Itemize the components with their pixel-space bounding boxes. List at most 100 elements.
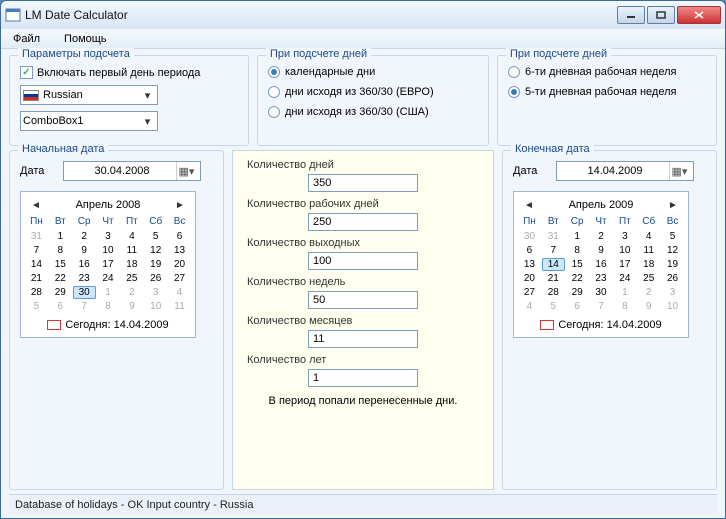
cal-day[interactable]: 7 (25, 244, 48, 257)
cal-day[interactable]: 10 (661, 300, 684, 313)
cal-day[interactable]: 8 (97, 300, 120, 313)
cal-day[interactable]: 17 (613, 258, 636, 271)
cal-day[interactable]: 2 (73, 230, 96, 243)
start-date-input[interactable]: 30.04.2008 ▦▾ (63, 161, 201, 181)
cal-day[interactable]: 24 (97, 272, 120, 285)
cal-day[interactable]: 4 (637, 230, 660, 243)
cal-day[interactable]: 11 (637, 244, 660, 257)
cal-day[interactable]: 27 (518, 286, 541, 299)
cal-day[interactable]: 11 (120, 244, 143, 257)
cal-day[interactable]: 9 (590, 244, 613, 257)
weeks-input[interactable]: 50 (308, 291, 418, 309)
cal-day[interactable]: 25 (120, 272, 143, 285)
cal-day[interactable]: 22 (49, 272, 72, 285)
cal-day[interactable]: 14 (25, 258, 48, 271)
workdays-input[interactable]: 250 (308, 213, 418, 231)
cal-day[interactable]: 5 (144, 230, 167, 243)
cal-day[interactable]: 5 (25, 300, 48, 313)
end-date-input[interactable]: 14.04.2009 ▦▾ (556, 161, 694, 181)
cal-day[interactable]: 28 (25, 286, 48, 299)
cal-day[interactable]: 21 (25, 272, 48, 285)
cal-day[interactable]: 13 (168, 244, 191, 257)
cal-day[interactable]: 13 (518, 258, 541, 271)
cal-day[interactable]: 7 (73, 300, 96, 313)
cal-day[interactable]: 2 (120, 286, 143, 299)
cal-month[interactable]: Апрель 2009 (536, 199, 666, 211)
calendar-icon[interactable]: ▦▾ (669, 162, 689, 180)
cal-day[interactable]: 4 (518, 300, 541, 313)
close-button[interactable] (677, 6, 721, 24)
cal-day[interactable]: 7 (542, 244, 565, 257)
cal-day[interactable]: 22 (566, 272, 589, 285)
cal-day[interactable]: 21 (542, 272, 565, 285)
cal-day[interactable]: 30 (518, 230, 541, 243)
cal-day[interactable]: 16 (73, 258, 96, 271)
radio-360-euro[interactable]: дни исходя из 360/30 (ЕВРО) (268, 86, 478, 98)
menu-file[interactable]: Файл (7, 31, 46, 47)
maximize-button[interactable] (647, 6, 675, 24)
calendar-icon[interactable]: ▦▾ (176, 162, 196, 180)
cal-prev-button[interactable]: ◄ (522, 198, 536, 212)
cal-day[interactable]: 19 (144, 258, 167, 271)
cal-prev-button[interactable]: ◄ (29, 198, 43, 212)
cal-day[interactable]: 8 (613, 300, 636, 313)
cal-today-link[interactable]: Сегодня: 14.04.2009 (518, 317, 684, 333)
cal-day[interactable]: 3 (97, 230, 120, 243)
radio-calendar-days[interactable]: календарные дни (268, 66, 478, 78)
cal-day[interactable]: 26 (661, 272, 684, 285)
cal-day[interactable]: 5 (542, 300, 565, 313)
titlebar[interactable]: LM Date Calculator (1, 1, 725, 29)
radio-5-day-week[interactable]: 5-ти дневная рабочая неделя (508, 86, 706, 98)
cal-day[interactable]: 3 (144, 286, 167, 299)
cal-day[interactable]: 15 (566, 258, 589, 271)
cal-day[interactable]: 4 (168, 286, 191, 299)
cal-day[interactable]: 9 (637, 300, 660, 313)
cal-day[interactable]: 6 (566, 300, 589, 313)
weekends-input[interactable]: 100 (308, 252, 418, 270)
cal-day[interactable]: 10 (144, 300, 167, 313)
cal-day[interactable]: 27 (168, 272, 191, 285)
cal-day[interactable]: 29 (566, 286, 589, 299)
cal-day[interactable]: 20 (518, 272, 541, 285)
cal-day[interactable]: 28 (542, 286, 565, 299)
cal-day[interactable]: 18 (637, 258, 660, 271)
cal-day[interactable]: 6 (168, 230, 191, 243)
cal-day[interactable]: 6 (49, 300, 72, 313)
cal-day[interactable]: 7 (590, 300, 613, 313)
cal-day[interactable]: 10 (613, 244, 636, 257)
cal-day[interactable]: 9 (120, 300, 143, 313)
cal-day[interactable]: 26 (144, 272, 167, 285)
radio-360-usa[interactable]: дни исходя из 360/30 (США) (268, 106, 478, 118)
cal-day[interactable]: 10 (97, 244, 120, 257)
years-input[interactable]: 1 (308, 369, 418, 387)
cal-day[interactable]: 30 (590, 286, 613, 299)
cal-day[interactable]: 30 (73, 286, 96, 299)
cal-day[interactable]: 23 (73, 272, 96, 285)
cal-day[interactable]: 2 (590, 230, 613, 243)
menu-help[interactable]: Помощь (58, 31, 113, 47)
cal-day[interactable]: 19 (661, 258, 684, 271)
cal-day[interactable]: 18 (120, 258, 143, 271)
cal-day[interactable]: 20 (168, 258, 191, 271)
cal-day[interactable]: 8 (566, 244, 589, 257)
cal-today-link[interactable]: Сегодня: 14.04.2009 (25, 317, 191, 333)
language-combo[interactable]: Russian ▾ (20, 85, 158, 105)
cal-month[interactable]: Апрель 2008 (43, 199, 173, 211)
cal-day[interactable]: 1 (613, 286, 636, 299)
cal-day[interactable]: 23 (590, 272, 613, 285)
cal-day[interactable]: 12 (144, 244, 167, 257)
days-input[interactable]: 350 (308, 174, 418, 192)
include-first-day-checkbox[interactable]: ✓ Включать первый день периода (20, 66, 238, 79)
cal-day[interactable]: 31 (542, 230, 565, 243)
cal-day[interactable]: 11 (168, 300, 191, 313)
minimize-button[interactable] (617, 6, 645, 24)
cal-day[interactable]: 9 (73, 244, 96, 257)
cal-day[interactable]: 8 (49, 244, 72, 257)
cal-day[interactable]: 31 (25, 230, 48, 243)
cal-next-button[interactable]: ► (666, 198, 680, 212)
months-input[interactable]: 11 (308, 330, 418, 348)
cal-day[interactable]: 3 (661, 286, 684, 299)
cal-day[interactable]: 3 (613, 230, 636, 243)
cal-day[interactable]: 29 (49, 286, 72, 299)
cal-day[interactable]: 25 (637, 272, 660, 285)
